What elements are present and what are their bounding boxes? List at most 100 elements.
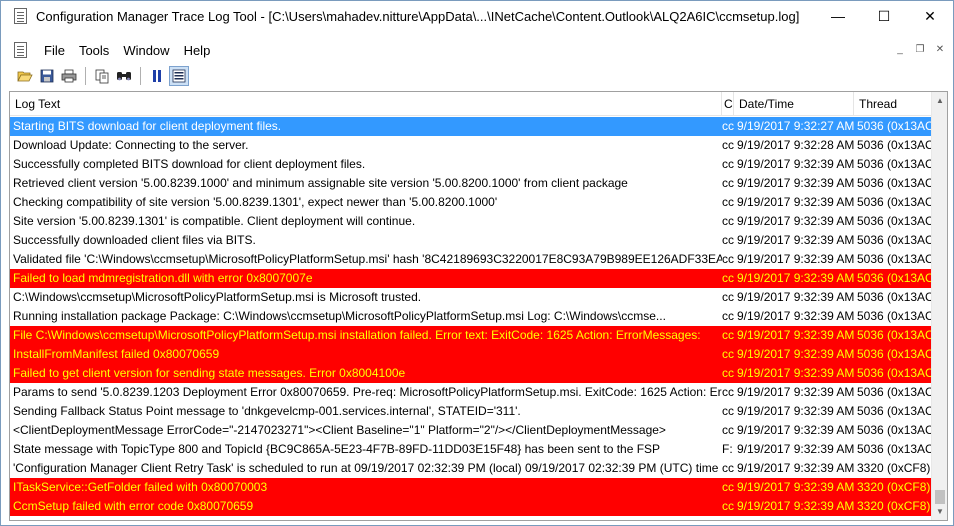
print-icon[interactable] bbox=[59, 66, 79, 86]
log-row-thread: 5036 (0x13AC) bbox=[857, 119, 932, 133]
log-row[interactable]: Validated file 'C:\Windows\ccmsetup\Micr… bbox=[10, 250, 932, 269]
log-row-component: cc bbox=[722, 176, 734, 190]
log-row[interactable]: Failed to get client version for sending… bbox=[10, 364, 932, 383]
log-rows: Starting BITS download for client deploy… bbox=[10, 117, 932, 516]
log-row-date-time: 9/19/2017 9:32:39 AM bbox=[737, 195, 854, 209]
scroll-up-icon[interactable]: ▲ bbox=[932, 92, 947, 109]
log-row-thread: 5036 (0x13AC) bbox=[857, 328, 932, 342]
log-row-text: Sending Fallback Status Point message to… bbox=[13, 404, 521, 418]
menu-window[interactable]: Window bbox=[116, 43, 176, 58]
log-row-text: Checking compatibility of site version '… bbox=[13, 195, 498, 209]
log-row[interactable]: Successfully completed BITS download for… bbox=[10, 155, 932, 174]
copy-icon[interactable] bbox=[92, 66, 112, 86]
column-header-component[interactable]: C bbox=[722, 92, 734, 116]
mdi-restore-button[interactable]: ❐ bbox=[911, 41, 929, 57]
log-row-component: cc bbox=[722, 404, 734, 418]
log-row[interactable]: Starting BITS download for client deploy… bbox=[10, 117, 932, 136]
log-row-thread: 5036 (0x13AC) bbox=[857, 309, 932, 323]
log-row-date-time: 9/19/2017 9:32:39 AM bbox=[737, 290, 854, 304]
document-icon[interactable] bbox=[13, 42, 29, 58]
log-row-component: cc bbox=[722, 138, 734, 152]
log-row[interactable]: Running installation package Package: C:… bbox=[10, 307, 932, 326]
log-row-text: CcmSetup failed with error code 0x800706… bbox=[13, 499, 254, 513]
log-row-text: Retrieved client version '5.00.8239.1000… bbox=[13, 176, 628, 190]
open-folder-icon[interactable] bbox=[15, 66, 35, 86]
menu-tools[interactable]: Tools bbox=[72, 43, 116, 58]
log-row[interactable]: InstallFromManifest failed 0x80070659 cc 9… bbox=[10, 345, 932, 364]
log-row-text: Site version '5.00.8239.1301' is compati… bbox=[13, 214, 416, 228]
log-row-date-time: 9/19/2017 9:32:39 AM bbox=[737, 157, 854, 171]
log-row-thread: 5036 (0x13AC) bbox=[857, 404, 932, 418]
window-controls: — ☐ ✕ bbox=[815, 1, 953, 31]
log-row-thread: 5036 (0x13AC) bbox=[857, 195, 932, 209]
log-row[interactable]: ITaskService::GetFolder failed with 0x80… bbox=[10, 478, 932, 497]
scroll-thumb[interactable] bbox=[935, 490, 945, 504]
menu-bar: File Tools Window Help _ ❐ ✕ bbox=[1, 39, 953, 61]
log-row-date-time: 9/19/2017 9:32:39 AM bbox=[737, 271, 854, 285]
mdi-controls: _ ❐ ✕ bbox=[891, 41, 949, 57]
log-row-thread: 5036 (0x13AC) bbox=[857, 214, 932, 228]
log-row[interactable]: Failed to load mdmregistration.dll with … bbox=[10, 269, 932, 288]
log-row[interactable]: Params to send '5.0.8239.1203 Deployment… bbox=[10, 383, 932, 402]
log-row-date-time: 9/19/2017 9:32:39 AM bbox=[737, 347, 854, 361]
log-row[interactable]: CcmSetup failed with error code 0x800706… bbox=[10, 497, 932, 516]
log-row-thread: 5036 (0x13AC) bbox=[857, 366, 932, 380]
log-row-component: cc bbox=[722, 271, 734, 285]
log-row-text: Failed to get client version for sending… bbox=[13, 366, 406, 380]
log-row-component: cc bbox=[722, 423, 734, 437]
highlight-icon[interactable] bbox=[169, 66, 189, 86]
column-header-thread[interactable]: Thread bbox=[854, 92, 932, 116]
log-row-text: ITaskService::GetFolder failed with 0x80… bbox=[13, 480, 268, 494]
pause-icon[interactable] bbox=[147, 66, 167, 86]
log-row-thread: 3320 (0xCF8) bbox=[857, 499, 931, 513]
title-bar[interactable]: Configuration Manager Trace Log Tool - [… bbox=[1, 1, 953, 31]
log-row-thread: 3320 (0xCF8) bbox=[857, 461, 931, 475]
log-row[interactable]: Site version '5.00.8239.1301' is compati… bbox=[10, 212, 932, 231]
log-row-component: cc bbox=[722, 328, 734, 342]
log-row[interactable]: Checking compatibility of site version '… bbox=[10, 193, 932, 212]
log-row[interactable]: C:\Windows\ccmsetup\MicrosoftPolicyPlatf… bbox=[10, 288, 932, 307]
trace-log-window: Configuration Manager Trace Log Tool - [… bbox=[0, 0, 954, 526]
log-row[interactable]: Retrieved client version '5.00.8239.1000… bbox=[10, 174, 932, 193]
menu-help[interactable]: Help bbox=[177, 43, 218, 58]
find-icon[interactable] bbox=[114, 66, 134, 86]
log-row-date-time: 9/19/2017 9:32:39 AM bbox=[737, 309, 854, 323]
maximize-button[interactable]: ☐ bbox=[861, 1, 907, 31]
log-row-thread: 5036 (0x13AC) bbox=[857, 157, 932, 171]
log-row-text: Params to send '5.0.8239.1203 Deployment… bbox=[13, 385, 722, 399]
column-header-date-time[interactable]: Date/Time bbox=[734, 92, 854, 116]
log-row[interactable]: 'Configuration Manager Client Retry Task… bbox=[10, 459, 932, 478]
log-row[interactable]: State message with TopicType 800 and Top… bbox=[10, 440, 932, 459]
log-row-component: cc bbox=[722, 252, 734, 266]
log-row-component: cc bbox=[722, 480, 734, 494]
log-row-text: Running installation package Package: C:… bbox=[13, 309, 666, 323]
log-row-text: Successfully completed BITS download for… bbox=[13, 157, 366, 171]
vertical-scrollbar[interactable]: ▲ ▼ bbox=[931, 92, 947, 520]
minimize-button[interactable]: — bbox=[815, 1, 861, 31]
log-row-text: State message with TopicType 800 and Top… bbox=[13, 442, 661, 456]
log-row[interactable]: File C:\Windows\ccmsetup\MicrosoftPolicy… bbox=[10, 326, 932, 345]
log-row[interactable]: Download Update: Connecting to the serve… bbox=[10, 136, 932, 155]
log-row[interactable]: Successfully downloaded client files via… bbox=[10, 231, 932, 250]
mdi-minimize-button[interactable]: _ bbox=[891, 41, 909, 57]
log-row-date-time: 9/19/2017 9:32:39 AM bbox=[737, 423, 854, 437]
log-row-text: File C:\Windows\ccmsetup\MicrosoftPolicy… bbox=[13, 328, 701, 342]
log-row-thread: 5036 (0x13AC) bbox=[857, 347, 932, 361]
log-row-date-time: 9/19/2017 9:32:27 AM bbox=[737, 119, 854, 133]
save-icon[interactable] bbox=[37, 66, 57, 86]
mdi-close-button[interactable]: ✕ bbox=[931, 41, 949, 57]
log-row-component: cc bbox=[722, 499, 734, 513]
log-row-component: cc bbox=[722, 366, 734, 380]
log-row-thread: 5036 (0x13AC) bbox=[857, 176, 932, 190]
scroll-down-icon[interactable]: ▼ bbox=[932, 503, 947, 520]
log-list[interactable]: Log Text C Date/Time Thread Starting BIT… bbox=[9, 91, 948, 521]
menu-file[interactable]: File bbox=[37, 43, 72, 58]
log-row-date-time: 9/19/2017 9:32:39 AM bbox=[737, 176, 854, 190]
log-row-thread: 5036 (0x13AC) bbox=[857, 442, 932, 456]
close-button[interactable]: ✕ bbox=[907, 1, 953, 31]
log-row-component: cc bbox=[722, 233, 734, 247]
column-header-log-text[interactable]: Log Text bbox=[10, 92, 722, 116]
log-row-date-time: 9/19/2017 9:32:39 AM bbox=[737, 233, 854, 247]
log-row[interactable]: Sending Fallback Status Point message to… bbox=[10, 402, 932, 421]
log-row[interactable]: <ClientDeploymentMessage ErrorCode="-214… bbox=[10, 421, 932, 440]
